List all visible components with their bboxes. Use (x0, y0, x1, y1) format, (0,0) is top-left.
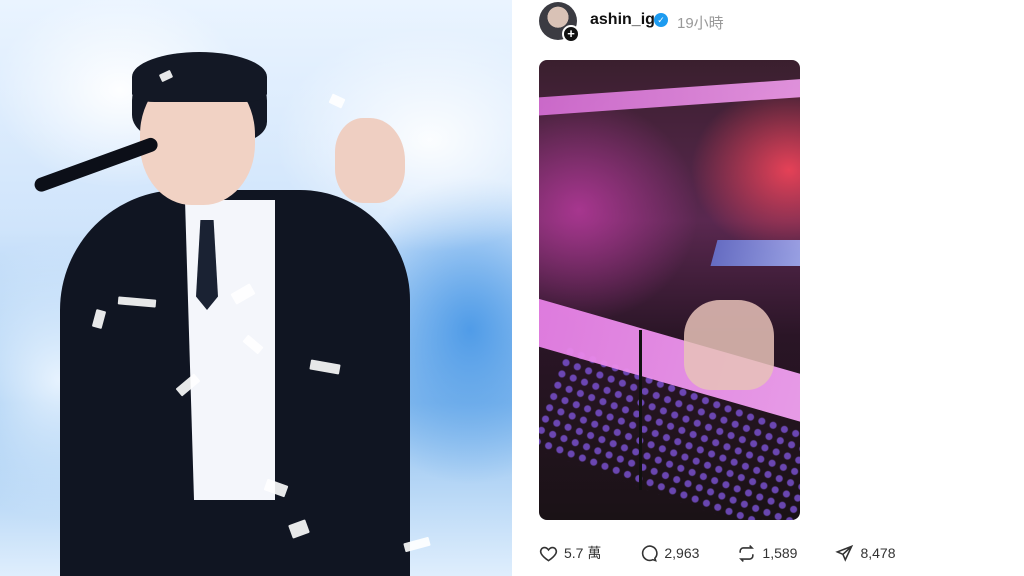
threads-post: + ashin_ig ✓ 19小時 5.7 萬 2,963 1,589 8,47… (512, 0, 1024, 576)
follow-plus-icon[interactable]: + (562, 25, 580, 43)
post-time[interactable]: 19小時 (677, 12, 724, 33)
confetti (328, 93, 346, 109)
post-video[interactable] (539, 60, 800, 520)
comment-count: 2,963 (664, 545, 700, 561)
avatar[interactable]: + (539, 2, 580, 43)
like-count: 5.7 萬 (564, 545, 602, 561)
username[interactable]: ashin_ig (590, 11, 655, 29)
microphone (32, 135, 160, 194)
raised-hand (335, 118, 405, 203)
performer (684, 300, 774, 390)
comment-icon (642, 544, 658, 562)
verified-badge-icon: ✓ (654, 13, 668, 27)
singer-shirt (185, 200, 275, 500)
repost-button[interactable]: 1,589 (737, 542, 797, 564)
stage-screen (710, 240, 800, 266)
heart-icon (539, 546, 558, 562)
action-bar: 5.7 萬 2,963 1,589 8,478 (539, 542, 934, 564)
share-button[interactable]: 8,478 (835, 542, 896, 564)
like-button[interactable]: 5.7 萬 (539, 542, 601, 564)
repost-icon (739, 544, 755, 562)
share-icon (835, 544, 854, 562)
share-count: 8,478 (860, 545, 896, 561)
stage-beam (539, 77, 800, 117)
concert-photo[interactable] (0, 0, 512, 576)
mic-stand (639, 330, 642, 490)
comment-button[interactable]: 2,963 (639, 542, 699, 564)
singer-fringe (132, 52, 267, 102)
repost-count: 1,589 (762, 545, 798, 561)
